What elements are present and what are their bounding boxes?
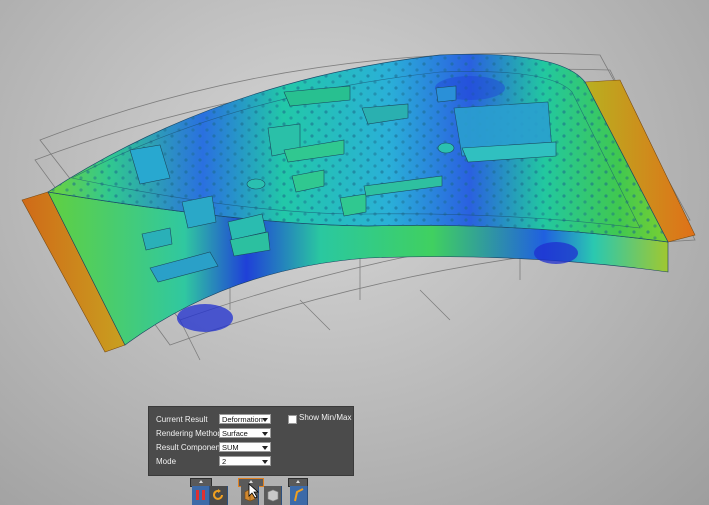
mode-label: Mode <box>156 457 177 466</box>
pause-button[interactable] <box>192 486 210 505</box>
chevron-down-icon <box>262 418 268 422</box>
box-button[interactable] <box>264 486 282 505</box>
result-component-value: SUM <box>222 443 239 452</box>
animation-toolbar <box>190 478 242 505</box>
rendering-method-dropdown[interactable]: Surface <box>219 428 271 438</box>
probe-button[interactable] <box>290 486 308 505</box>
rotate-icon <box>213 489 223 500</box>
current-result-label: Current Result <box>156 415 208 424</box>
mouse-cursor-icon <box>248 483 260 499</box>
deformed-model <box>21 52 696 361</box>
pause-icon <box>196 490 205 500</box>
chevron-down-icon <box>262 460 268 464</box>
result-component-dropdown[interactable]: SUM <box>219 442 271 452</box>
current-result-dropdown[interactable]: Deformation <box>219 414 271 424</box>
chevron-down-icon <box>262 446 268 450</box>
chevron-down-icon <box>262 432 268 436</box>
show-minmax-checkbox[interactable] <box>288 415 297 424</box>
rotate-button[interactable] <box>210 486 228 505</box>
mode-dropdown[interactable]: 2 <box>219 456 271 466</box>
rendering-method-value: Surface <box>222 429 248 438</box>
show-minmax-label: Show Min/Max <box>299 413 352 422</box>
tools-toolbar <box>264 478 310 505</box>
3d-viewport[interactable] <box>0 0 709 505</box>
mode-value: 2 <box>222 457 227 466</box>
result-settings-panel: Current Result Deformation Rendering Met… <box>148 406 354 476</box>
result-component-label: Result Component <box>156 443 223 452</box>
box-icon <box>267 489 279 502</box>
rendering-method-label: Rendering Method <box>156 429 222 438</box>
probe-icon <box>294 488 304 502</box>
current-result-value: Deformation <box>222 415 263 424</box>
